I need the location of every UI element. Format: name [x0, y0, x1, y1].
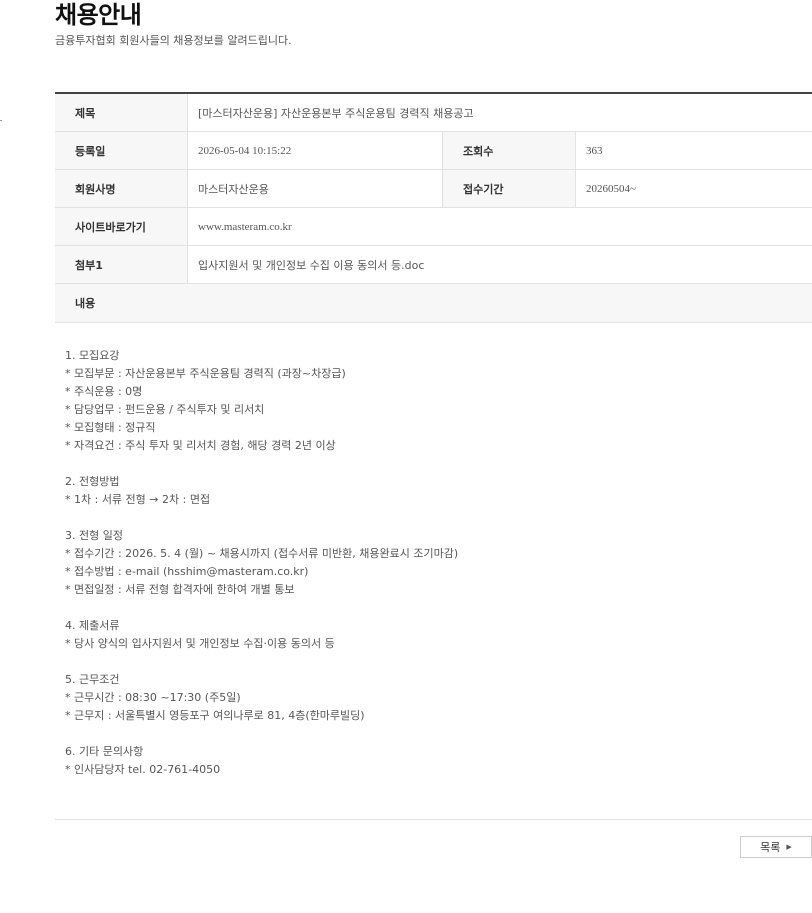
views-value: 363	[586, 144, 603, 157]
content-line	[65, 509, 805, 527]
period-value: 20260504~	[586, 182, 636, 195]
attachment-label: 첨부1	[55, 246, 188, 283]
content-line: * 접수기간 : 2026. 5. 4 (월) ~ 채용시까지 (접수서류 미반…	[65, 547, 459, 560]
content-line: * 근무지 : 서울특별시 영등포구 여의나루로 81, 4층(한마루빌딩)	[65, 709, 365, 722]
content-line: 5. 근무조건	[65, 673, 120, 686]
title-value: [마스터자산운용] 자산운용본부 주식운용팀 경력직 채용공고	[198, 106, 474, 120]
content-line: 2. 전형방법	[65, 475, 120, 488]
row-company-period: 회원사명 마스터자산운용 접수기간 20260504~	[55, 170, 812, 208]
content-line: * 모집형태 : 정규직	[65, 421, 156, 434]
bottom-divider	[55, 819, 812, 820]
site-label: 사이트바로가기	[55, 208, 188, 245]
triangle-right-icon: ▶	[786, 843, 792, 851]
content-line: * 담당업무 : 펀드운용 / 주식투자 및 리서치	[65, 403, 265, 416]
title-label: 제목	[55, 94, 188, 131]
row-site: 사이트바로가기 www.masteram.co.kr	[55, 208, 812, 246]
content-line: * 면접일정 : 서류 전형 합격자에 한하여 개별 통보	[65, 583, 295, 596]
job-detail-table: 제목 [마스터자산운용] 자산운용본부 주식운용팀 경력직 채용공고 등록일 2…	[55, 92, 812, 323]
row-title: 제목 [마스터자산운용] 자산운용본부 주식운용팀 경력직 채용공고	[55, 94, 812, 132]
views-label: 조회수	[443, 132, 576, 169]
list-button[interactable]: 목록 ▶	[740, 836, 812, 858]
row-content-header: 내용	[55, 284, 812, 323]
content-line: * 당사 양식의 입사지원서 및 개인정보 수집·이용 동의서 등	[65, 637, 335, 650]
attachment-link[interactable]: 입사지원서 및 개인정보 수집 이용 동의서 등.doc	[188, 246, 812, 283]
date-label: 등록일	[55, 132, 188, 169]
site-link[interactable]: www.masteram.co.kr	[188, 208, 812, 245]
content-line: 6. 기타 문의사항	[65, 745, 144, 758]
row-date-views: 등록일 2026-05-04 10:15:22 조회수 363	[55, 132, 812, 170]
content-line: * 자격요건 : 주식 투자 및 리서치 경험, 해당 경력 2년 이상	[65, 439, 336, 452]
content-line: * 인사담당자 tel. 02-761-4050	[65, 763, 221, 776]
content-label: 내용	[55, 284, 812, 322]
content-line: 1. 모집요강	[65, 349, 120, 362]
content-line: * 모집부문 : 자산운용본부 주식운용팀 경력직 (과장~차장급)	[65, 367, 346, 380]
company-label: 회원사명	[55, 170, 188, 207]
content-line	[65, 599, 805, 617]
content-line: * 접수방법 : e-mail (hsshim@masteram.co.kr)	[65, 565, 309, 578]
content-line	[65, 455, 805, 473]
content-line	[65, 725, 805, 743]
list-button-label: 목록	[760, 841, 781, 854]
page-title: 채용안내	[55, 1, 142, 29]
content-line: 3. 전형 일정	[65, 529, 123, 542]
period-label: 접수기간	[443, 170, 576, 207]
content-line: 4. 제출서류	[65, 619, 120, 632]
company-value: 마스터자산운용	[188, 170, 443, 207]
side-marker	[0, 120, 2, 121]
content-body: 1. 모집요강 * 모집부문 : 자산운용본부 주식운용팀 경력직 (과장~차장…	[65, 347, 805, 779]
content-line: * 1차 : 서류 전형 → 2차 : 면접	[65, 493, 211, 506]
content-line: * 주식운용 : 0명	[65, 385, 143, 398]
row-attachment: 첨부1 입사지원서 및 개인정보 수집 이용 동의서 등.doc	[55, 246, 812, 284]
date-value: 2026-05-04 10:15:22	[188, 132, 443, 169]
page-description: 금융투자협회 회원사들의 채용정보를 알려드립니다.	[55, 34, 292, 47]
content-line: * 근무시간 : 08:30 ~17:30 (주5일)	[65, 691, 241, 704]
content-line	[65, 653, 805, 671]
